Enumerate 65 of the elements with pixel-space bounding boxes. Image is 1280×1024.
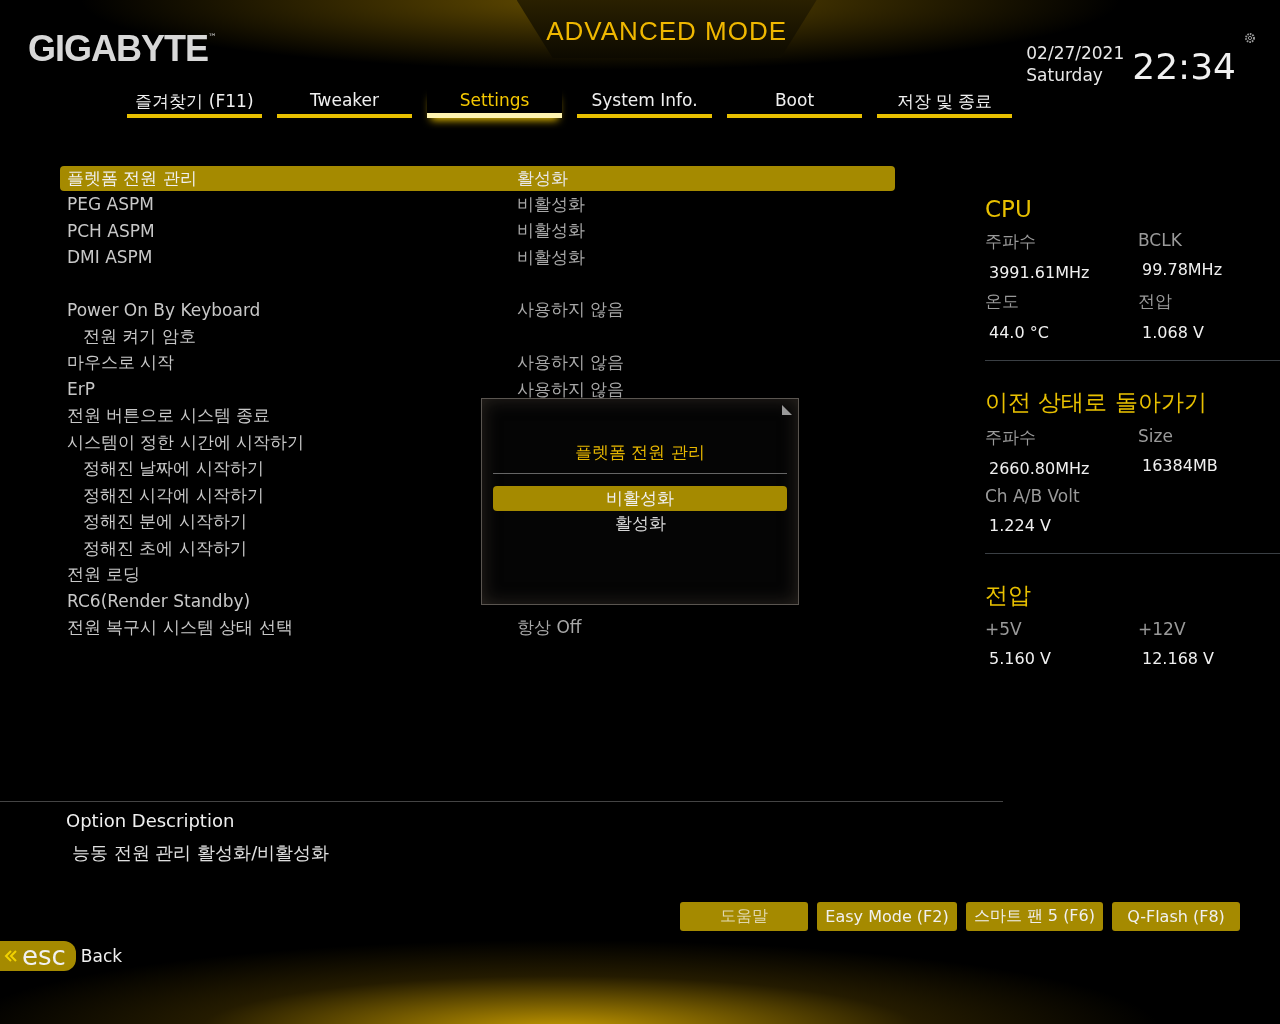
setting-label[interactable]: 전원 복구시 시스템 상태 선택 <box>67 616 293 640</box>
field-value: 1.068 V <box>1141 323 1205 342</box>
chevrons-icon <box>4 949 18 963</box>
setting-label[interactable]: PCH ASPM <box>67 220 155 241</box>
setting-value: 활성화 <box>517 167 568 190</box>
tab[interactable]: 저장 및 종료 <box>877 88 1012 118</box>
field-value: 3991.61MHz <box>988 263 1091 282</box>
field-value: 1.224 V <box>988 516 1052 535</box>
field-label: +5V <box>985 619 1023 639</box>
setting-value: 사용하지 않음 <box>517 298 625 322</box>
setting-label[interactable]: PEG ASPM <box>67 194 154 215</box>
setting-label[interactable]: 시스템이 정한 시간에 시작하기 <box>67 430 305 454</box>
field-label: BCLK <box>1138 230 1183 250</box>
popup-title: 플렛폼 전원 관리 <box>574 441 706 464</box>
mode-title-banner: ADVANCED MODE <box>516 0 817 58</box>
setting-label[interactable]: 정해진 날짜에 시작하기 <box>67 457 264 481</box>
setting-label[interactable]: DMI ASPM <box>67 247 153 268</box>
trademark: ™ <box>208 32 217 42</box>
setting-value: 비활성화 <box>517 245 585 269</box>
field-value: 99.78MHz <box>1141 260 1224 279</box>
setting-label[interactable]: 정해진 분에 시작하기 <box>67 510 247 534</box>
time-text: 22:34 <box>1132 45 1236 87</box>
tab[interactable]: Tweaker <box>277 88 412 118</box>
brand-logo: GIGABYTE <box>28 28 208 70</box>
corner-icon <box>782 405 792 415</box>
tab[interactable]: 즐겨찾기 (F11) <box>127 88 262 118</box>
setting-value: 사용하지 않음 <box>517 351 625 375</box>
field-value: 16384MB <box>1141 456 1219 475</box>
setting-label[interactable]: 마우스로 시작 <box>67 351 175 375</box>
field-label: Ch A/B Volt <box>985 486 1081 506</box>
setting-value: 비활성화 <box>517 192 585 216</box>
field-label: 온도 <box>985 290 1020 313</box>
setting-label[interactable]: 전원 켜기 암호 <box>67 324 196 348</box>
field-value: 2660.80MHz <box>988 459 1091 478</box>
field-value: 5.160 V <box>988 649 1052 668</box>
setting-label[interactable]: 전원 버튼으로 시스템 종료 <box>67 404 271 428</box>
field-label: 주파수 <box>985 426 1037 449</box>
section-title: CPU <box>985 196 1033 222</box>
date-text: 02/27/2021 <box>1026 42 1125 64</box>
field-label: 주파수 <box>985 230 1037 253</box>
field-label: 전압 <box>1138 290 1173 313</box>
field-value: 44.0 °C <box>988 323 1050 342</box>
day-text: Saturday <box>1026 64 1104 86</box>
setting-value: 비활성화 <box>517 219 585 243</box>
setting-label[interactable]: ErP <box>67 379 95 400</box>
field-value: 12.168 V <box>1141 649 1215 668</box>
description-text: 능동 전원 관리 활성화/비활성화 <box>71 841 331 865</box>
setting-label[interactable]: 전원 로딩 <box>67 563 141 587</box>
setting-value: 항상 Off <box>517 616 582 640</box>
field-label: Size <box>1138 426 1174 446</box>
setting-label[interactable]: 정해진 시각에 시작하기 <box>67 483 264 507</box>
settings-icon[interactable] <box>1244 32 1256 44</box>
setting-label[interactable]: RC6(Render Standby) <box>67 591 251 612</box>
tab[interactable]: System Info. <box>577 88 712 118</box>
section-title: 전압 <box>985 581 1032 610</box>
description-heading: Option Description <box>66 810 236 831</box>
back-label: Back <box>80 946 123 966</box>
setting-value: 사용하지 않음 <box>517 377 625 401</box>
tab[interactable]: Boot <box>727 88 862 118</box>
section-title: 이전 상태로 돌아가기 <box>985 388 1208 417</box>
popup-option[interactable]: 활성화 <box>493 511 787 536</box>
setting-label[interactable]: Power On By Keyboard <box>67 299 261 320</box>
tab[interactable]: Settings <box>427 88 562 118</box>
field-label: +12V <box>1138 619 1187 639</box>
setting-label[interactable]: 정해진 초에 시작하기 <box>67 536 247 560</box>
